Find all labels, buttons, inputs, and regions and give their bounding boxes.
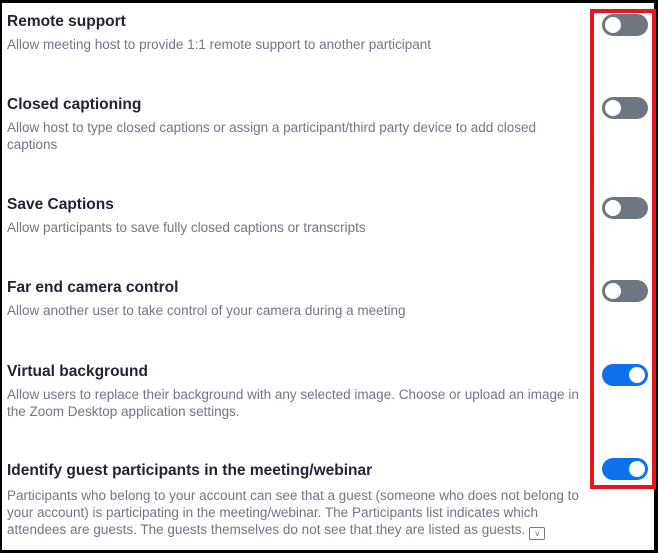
setting-title: Identify guest participants in the meeti… bbox=[7, 462, 373, 479]
setting-remote-support: Remote support Allow meeting host to pro… bbox=[7, 12, 587, 53]
info-icon[interactable]: v bbox=[529, 527, 546, 540]
setting-title: Far end camera control bbox=[7, 279, 179, 296]
toggle-knob bbox=[605, 283, 621, 299]
setting-description-text: Participants who belong to your account … bbox=[7, 488, 579, 537]
identify-guest-participants-toggle[interactable] bbox=[602, 458, 648, 480]
remote-support-toggle[interactable] bbox=[602, 14, 648, 36]
setting-description: Allow participants to save fully closed … bbox=[7, 220, 366, 235]
setting-description: Participants who belong to your account … bbox=[7, 487, 587, 540]
toggle-knob bbox=[605, 100, 621, 116]
setting-title: Save Captions bbox=[7, 196, 114, 213]
setting-identify-guest-participants: Identify guest participants in the meeti… bbox=[7, 461, 587, 540]
toggle-knob bbox=[605, 17, 621, 33]
virtual-background-toggle[interactable] bbox=[602, 364, 648, 386]
toggle-knob bbox=[629, 367, 645, 383]
setting-description: Allow meeting host to provide 1:1 remote… bbox=[7, 37, 431, 52]
setting-virtual-background: Virtual background Allow users to replac… bbox=[7, 362, 587, 420]
setting-description: Allow users to replace their background … bbox=[7, 387, 579, 419]
setting-description: Allow another user to take control of yo… bbox=[7, 303, 406, 318]
setting-description: Allow host to type closed captions or as… bbox=[7, 120, 537, 152]
toggle-knob bbox=[629, 461, 645, 477]
setting-title: Closed captioning bbox=[7, 96, 142, 113]
toggle-knob bbox=[605, 200, 621, 216]
far-end-camera-control-toggle[interactable] bbox=[602, 280, 648, 302]
setting-far-end-camera-control: Far end camera control Allow another use… bbox=[7, 278, 587, 319]
closed-captioning-toggle[interactable] bbox=[602, 97, 648, 119]
save-captions-toggle[interactable] bbox=[602, 197, 648, 219]
setting-closed-captioning: Closed captioning Allow host to type clo… bbox=[7, 95, 587, 153]
setting-title: Virtual background bbox=[7, 363, 148, 380]
setting-title: Remote support bbox=[7, 13, 126, 30]
setting-save-captions: Save Captions Allow participants to save… bbox=[7, 195, 587, 236]
